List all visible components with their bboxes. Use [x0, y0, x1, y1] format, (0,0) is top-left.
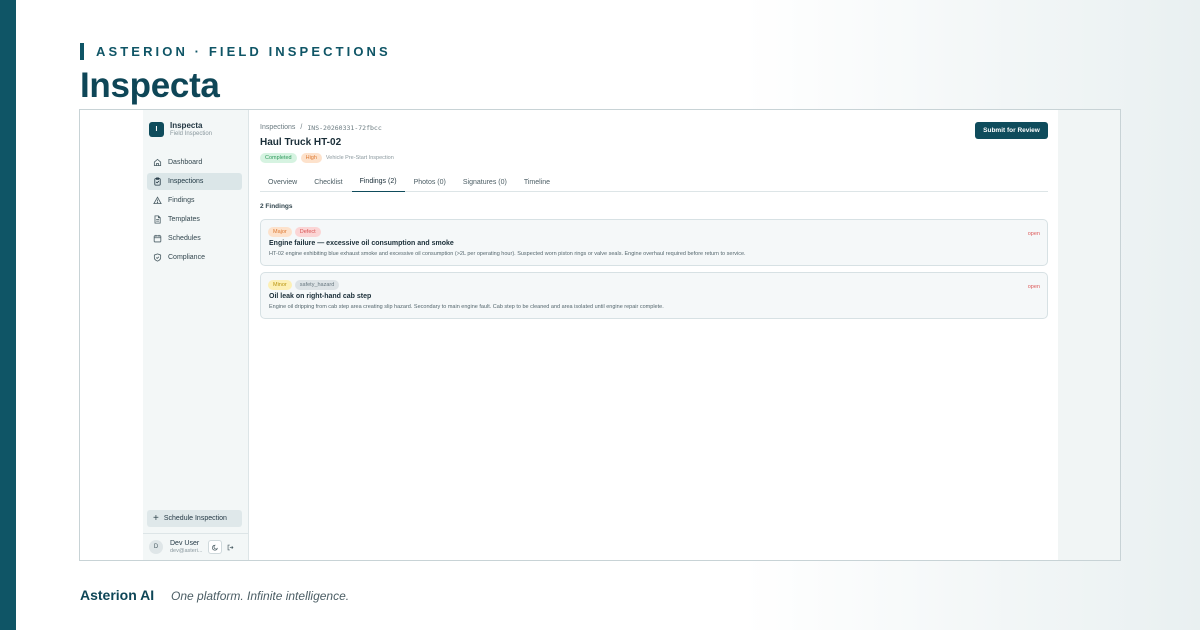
sidebar: I Inspecta Field Inspection Dashboard In…: [143, 110, 249, 560]
breadcrumb: Inspections / INS-20260331-72fbcc: [260, 124, 382, 132]
plus-icon: +: [153, 512, 159, 524]
footer-tagline: One platform. Infinite intelligence.: [171, 589, 350, 603]
finding-card[interactable]: Major Defect Engine failure — excessive …: [260, 219, 1048, 266]
sidebar-item-templates[interactable]: Templates: [147, 211, 242, 228]
tab-photos[interactable]: Photos (0): [406, 172, 454, 192]
sidebar-item-label: Compliance: [168, 254, 205, 261]
schedule-inspection-label: Schedule Inspection: [163, 515, 227, 522]
brand-subtitle: Field Inspection: [170, 131, 213, 137]
sidebar-item-dashboard[interactable]: Dashboard: [147, 154, 242, 171]
category-tag: safety_hazard: [294, 280, 340, 290]
home-icon: [153, 158, 162, 167]
tab-checklist[interactable]: Checklist: [306, 172, 350, 192]
inspection-tabs: Overview Checklist Findings (2) Photos (…: [260, 172, 1048, 192]
breadcrumb-inspections-link[interactable]: Inspections: [260, 124, 295, 132]
finding-card[interactable]: Minor safety_hazard Oil leak on right-ha…: [260, 272, 1048, 319]
finding-description: Engine oil dripping from cab step area c…: [269, 304, 664, 310]
moon-icon: [212, 544, 218, 550]
sidebar-item-label: Findings: [168, 197, 195, 204]
tab-signatures[interactable]: Signatures (0): [455, 172, 515, 192]
finding-title: Engine failure — excessive oil consumpti…: [269, 240, 454, 247]
tab-timeline[interactable]: Timeline: [516, 172, 558, 192]
finding-description: HT-02 engine exhibiting blue exhaust smo…: [269, 251, 746, 257]
sidebar-item-schedules[interactable]: Schedules: [147, 230, 242, 247]
hero-title: Inspecta: [80, 66, 220, 105]
theme-toggle-button[interactable]: [208, 540, 223, 554]
screenshot-frame: I Inspecta Field Inspection Dashboard In…: [79, 109, 1121, 561]
shield-icon: [153, 253, 162, 262]
sidebar-item-compliance[interactable]: Compliance: [147, 249, 242, 266]
user-email: dev@asteri...: [170, 547, 203, 554]
eyebrow-accent-bar: [80, 43, 84, 60]
priority-badge: High: [300, 153, 322, 163]
sidebar-item-inspections[interactable]: Inspections: [147, 173, 242, 190]
page-title: Haul Truck HT-02: [260, 137, 342, 148]
calendar-icon: [153, 234, 162, 243]
inspection-badges: Completed High Vehicle Pre-Start Inspect…: [260, 153, 394, 163]
breadcrumb-separator: /: [300, 124, 303, 131]
category-tag: Defect: [294, 227, 321, 237]
finding-status: open: [1027, 231, 1040, 237]
document-icon: [153, 215, 162, 224]
eyebrow-text: ASTERION · FIELD INSPECTIONS: [96, 44, 391, 59]
avatar[interactable]: D: [149, 540, 163, 554]
tab-findings[interactable]: Findings (2): [351, 172, 405, 192]
sidebar-item-findings[interactable]: Findings: [147, 192, 242, 209]
status-badge: Completed: [260, 153, 297, 163]
finding-tags: Major Defect: [268, 227, 324, 237]
brand-name: Inspecta: [170, 121, 203, 130]
warning-triangle-icon: [153, 196, 162, 205]
app-window: I Inspecta Field Inspection Dashboard In…: [143, 110, 1058, 560]
sidebar-item-label: Inspections: [168, 178, 204, 185]
inspection-type: Vehicle Pre-Start Inspection: [325, 155, 394, 161]
severity-tag: Major: [268, 227, 292, 237]
sidebar-nav: Dashboard Inspections Findings Templates…: [147, 154, 242, 268]
schedule-inspection-button[interactable]: + Schedule Inspection: [147, 510, 242, 527]
logout-icon[interactable]: [226, 543, 235, 552]
clipboard-icon: [153, 177, 162, 186]
sidebar-item-label: Templates: [168, 216, 200, 223]
breadcrumb-inspection-id: INS-20260331-72fbcc: [307, 124, 382, 132]
brand-logo: I: [149, 122, 164, 137]
sidebar-item-label: Schedules: [168, 235, 201, 242]
findings-count: 2 Findings: [260, 203, 293, 210]
finding-title: Oil leak on right-hand cab step: [269, 293, 372, 300]
footer-brand: Asterion AI: [80, 587, 155, 603]
sidebar-item-label: Dashboard: [168, 159, 203, 166]
eyebrow: ASTERION · FIELD INSPECTIONS: [80, 43, 391, 60]
user-panel: D Dev User dev@asteri...: [143, 533, 249, 560]
main-content: Inspections / INS-20260331-72fbcc Haul T…: [249, 110, 1058, 560]
sidebar-brand[interactable]: I Inspecta Field Inspection: [149, 121, 212, 138]
finding-tags: Minor safety_hazard: [268, 280, 342, 290]
frame-backdrop: [1058, 110, 1120, 560]
left-accent-band: [0, 0, 16, 630]
user-name: Dev User: [170, 539, 200, 547]
finding-status: open: [1027, 284, 1040, 290]
submit-for-review-button[interactable]: Submit for Review: [975, 122, 1048, 139]
severity-tag: Minor: [268, 280, 292, 290]
tab-overview[interactable]: Overview: [260, 172, 305, 192]
